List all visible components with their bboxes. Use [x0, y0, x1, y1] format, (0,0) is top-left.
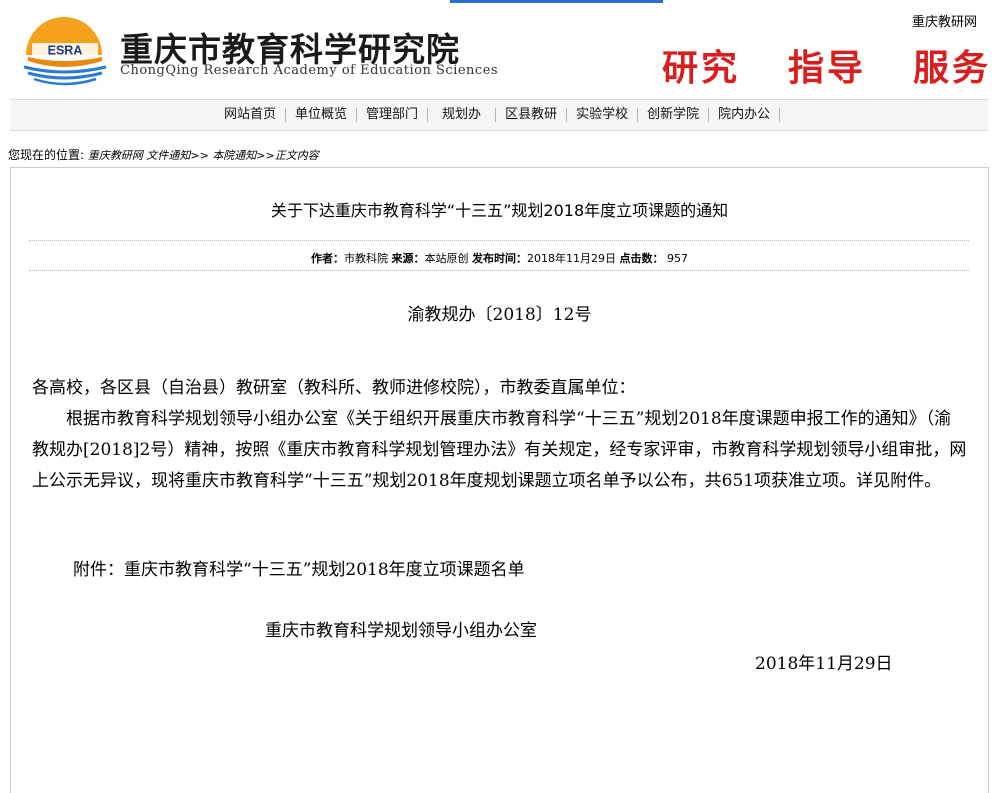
breadcrumb-label: 您现在的位置:	[8, 148, 85, 162]
nav-item-pilot-schools[interactable]: 实验学校	[567, 108, 639, 122]
nav-item-home[interactable]: 网站首页	[215, 108, 287, 122]
body-paragraph: 根据市教育科学规划领导小组办公室《关于组织开展重庆市教育科学“十三五”规划201…	[32, 409, 967, 491]
source-label: 来源：	[391, 252, 425, 265]
main-nav: 网站首页 单位概览 管理部门 规划办 区县教研 实验学校 创新学院 院内办公	[10, 99, 988, 131]
source-value: 本站原创	[424, 252, 469, 265]
slogan-research: 研究	[662, 48, 741, 89]
author-value: 市教科院	[344, 252, 388, 265]
site-header: ESRA 重庆市教育科学研究院 ChongQing Research Acade…	[0, 3, 997, 93]
time-value: 2018年11月29日	[527, 252, 616, 265]
nav-item-planning-office[interactable]: 规划办	[428, 108, 497, 122]
signature: 重庆市教育科学规划领导小组办公室	[265, 621, 537, 641]
logo-abbr: ESRA	[48, 44, 83, 58]
nav-item-internal-office[interactable]: 院内办公	[709, 108, 781, 122]
article-body: 各高校，各区县（自治县）教研室（教科所、教师进修校院），市教委直属单位： 根据市…	[32, 373, 967, 497]
document-number: 渝教规办〔2018〕12号	[407, 305, 592, 325]
site-link[interactable]: 重庆教研网	[912, 11, 977, 30]
hits-value: 957	[667, 252, 688, 265]
nav-item-departments[interactable]: 管理部门	[357, 108, 429, 122]
nav-item-district-research[interactable]: 区县教研	[496, 108, 568, 122]
hits-label: 点击数：	[619, 252, 664, 265]
author-label: 作者：	[311, 252, 344, 265]
divider-bottom	[29, 270, 969, 271]
nav-item-overview[interactable]: 单位概览	[286, 108, 358, 122]
article-title: 关于下达重庆市教育科学“十三五”规划2018年度立项课题的通知	[270, 201, 729, 220]
salutation: 各高校，各区县（自治县）教研室（教科所、教师进修校院），市教委直属单位：	[32, 378, 636, 398]
nav-item-innovation-college[interactable]: 创新学院	[638, 108, 710, 122]
divider-top	[29, 240, 969, 241]
breadcrumb-current: 正文内容	[274, 149, 319, 162]
article-panel: 关于下达重庆市教育科学“十三五”规划2018年度立项课题的通知 作者：市教科院 …	[10, 167, 989, 793]
article-meta: 作者：市教科院 来源：本站原创 发布时间：2018年11月29日 点击数： 95…	[11, 250, 988, 266]
breadcrumb-notices-link[interactable]: 文件通知>>	[146, 149, 208, 162]
signature-date: 2018年11月29日	[755, 654, 893, 674]
breadcrumb-home-link[interactable]: 重庆教研网	[88, 149, 143, 162]
slogan-guidance: 指导	[788, 48, 867, 89]
slogan-service: 服务	[913, 48, 992, 89]
breadcrumb: 您现在的位置: 重庆教研网 文件通知>> 本院通知>>正文内容	[8, 146, 319, 163]
esra-logo[interactable]: ESRA	[18, 13, 110, 91]
site-subtitle: ChongQing Research Academy of Education …	[120, 63, 499, 78]
attachment-link[interactable]: 附件：重庆市教育科学“十三五”规划2018年度立项课题名单	[73, 555, 525, 580]
time-label: 发布时间：	[472, 252, 527, 265]
breadcrumb-academy-notices-link[interactable]: 本院通知>>	[212, 149, 274, 162]
